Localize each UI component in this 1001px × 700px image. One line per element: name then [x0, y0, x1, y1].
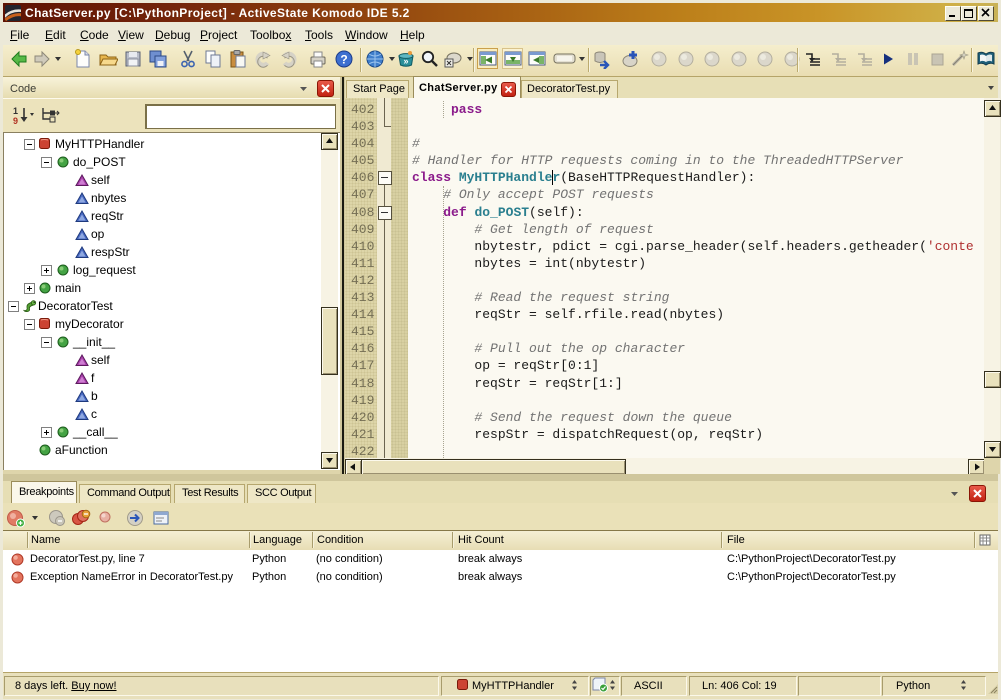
svg-text:»: »: [403, 56, 408, 66]
svg-text:?: ?: [340, 53, 347, 67]
svg-text:9: 9: [13, 116, 18, 125]
svg-text:1: 1: [13, 106, 18, 116]
